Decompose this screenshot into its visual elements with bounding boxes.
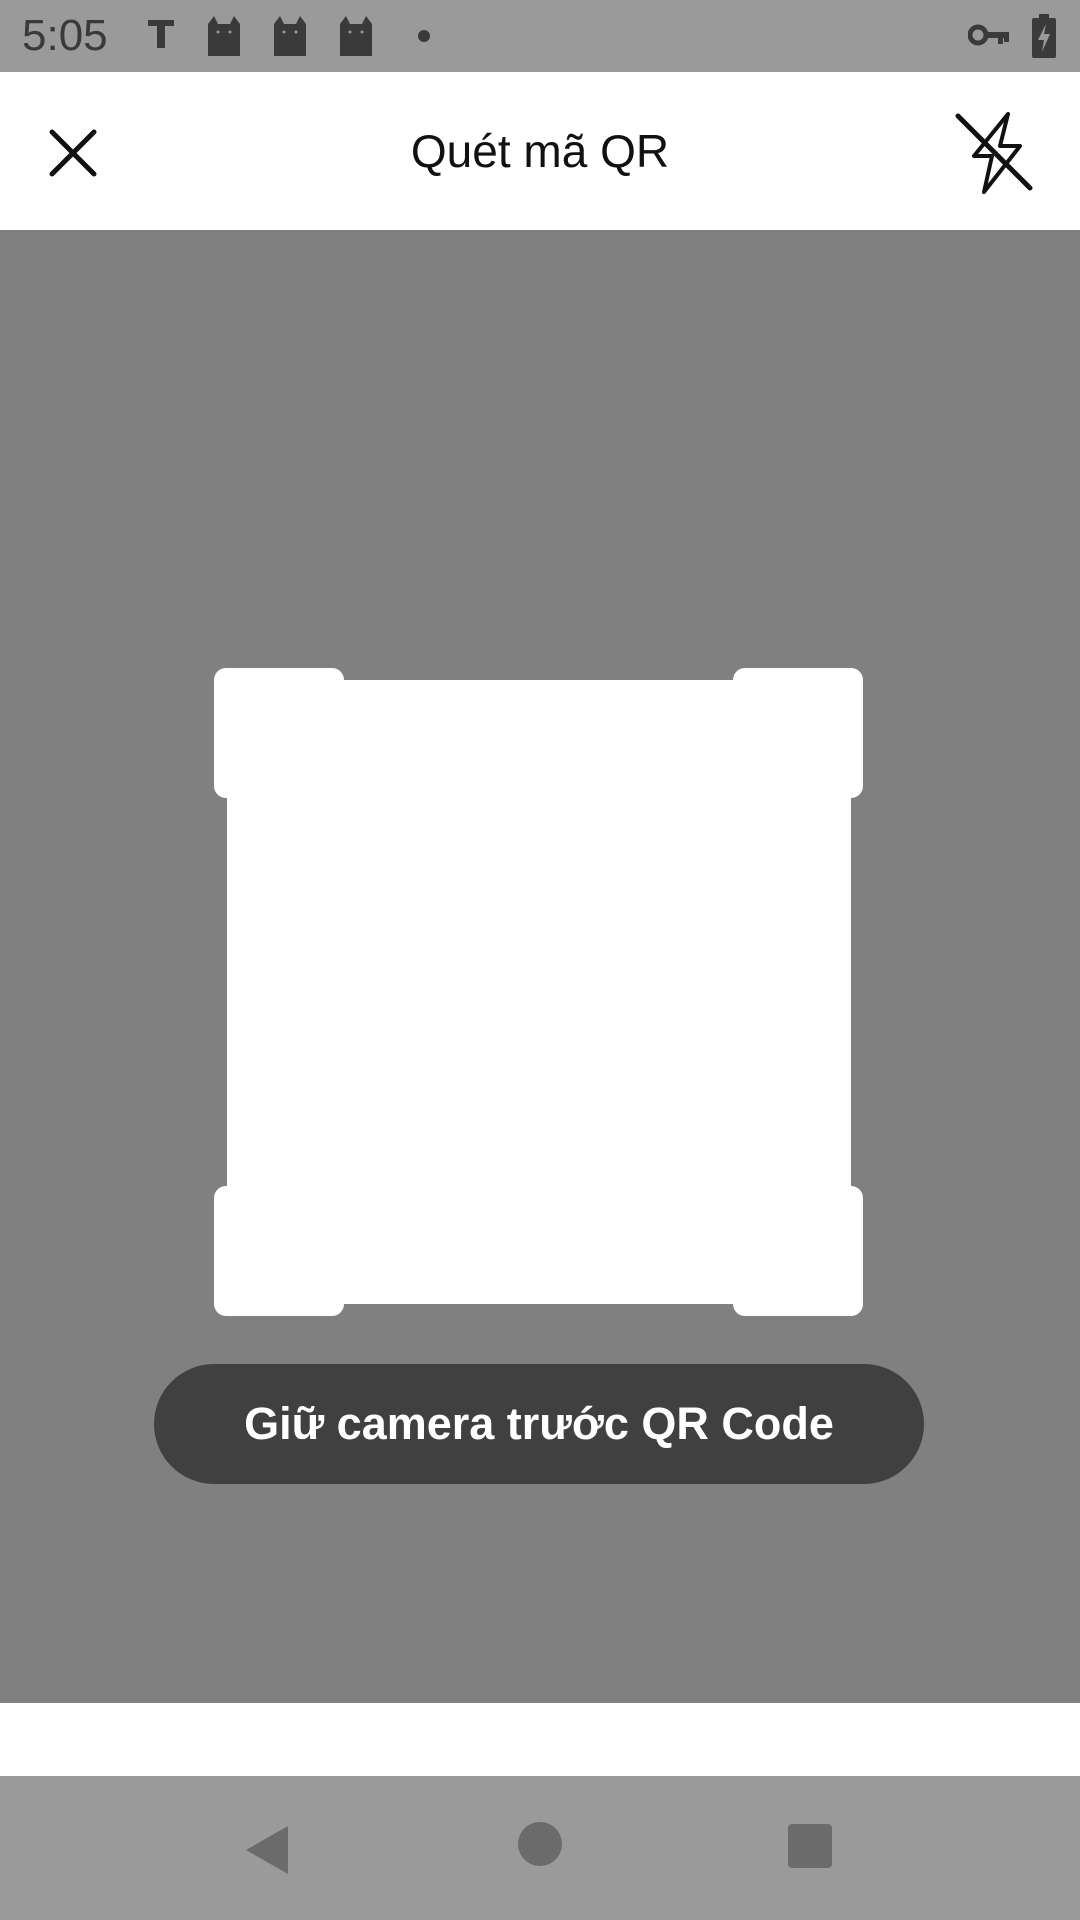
scan-frame-corner-bottom-right bbox=[733, 1186, 863, 1316]
flash-toggle-button[interactable] bbox=[950, 108, 1040, 198]
nav-back-button[interactable] bbox=[240, 1820, 300, 1880]
scan-frame-corner-top-right bbox=[733, 668, 863, 798]
bottom-panel bbox=[0, 1703, 1080, 1776]
page-title: Quét mã QR bbox=[410, 125, 670, 177]
home-icon bbox=[518, 1822, 562, 1866]
back-icon bbox=[246, 1826, 288, 1874]
scan-frame-corner-top-left bbox=[214, 668, 344, 798]
top-app-bar: Quét mã QR bbox=[0, 72, 1080, 230]
status-time: 5:05 bbox=[22, 11, 108, 60]
flash-off-icon bbox=[955, 112, 1033, 194]
close-icon bbox=[49, 129, 97, 177]
scan-frame-corner-bottom-left bbox=[214, 1186, 344, 1316]
system-nav-bar bbox=[0, 1776, 1080, 1920]
dot-icon bbox=[418, 30, 430, 42]
status-bar: 5:05 bbox=[0, 0, 1080, 72]
recents-icon bbox=[788, 1824, 832, 1868]
vpn-key-icon bbox=[968, 24, 1009, 46]
scan-hint-label: Giữ camera trước QR Code bbox=[154, 1364, 924, 1484]
close-button[interactable] bbox=[36, 116, 110, 190]
cat-icon bbox=[208, 16, 240, 56]
battery-charging-icon bbox=[1032, 14, 1056, 58]
t-icon bbox=[148, 20, 174, 48]
nav-home-button[interactable] bbox=[516, 1820, 564, 1868]
cat-icon bbox=[274, 16, 306, 56]
cat-icon bbox=[340, 16, 372, 56]
nav-recents-button[interactable] bbox=[786, 1822, 834, 1870]
